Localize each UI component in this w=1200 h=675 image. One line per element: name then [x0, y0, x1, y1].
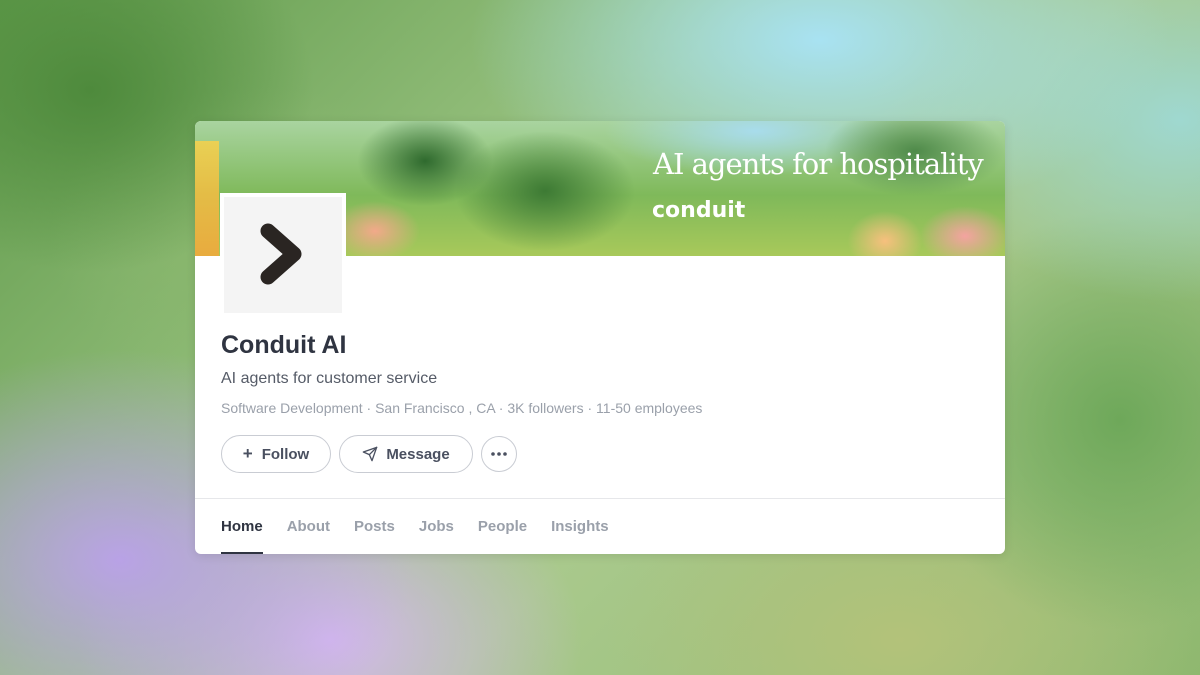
follow-label: Follow	[261, 445, 310, 463]
banner-tagline: AI agents for hospitality	[653, 147, 984, 181]
company-logo[interactable]	[220, 193, 346, 317]
tab-people[interactable]: People	[478, 499, 527, 554]
chevron-right-logo-icon	[260, 223, 302, 285]
follow-button[interactable]: + Follow	[221, 435, 331, 473]
tab-home[interactable]: Home	[221, 499, 263, 554]
tab-posts[interactable]: Posts	[354, 499, 395, 554]
plus-icon: +	[242, 444, 253, 463]
profile-tabs: Home About Posts Jobs People Insights	[221, 499, 633, 554]
tab-jobs[interactable]: Jobs	[419, 499, 454, 554]
message-label: Message	[386, 445, 450, 463]
send-icon	[362, 446, 378, 462]
company-meta: Software Development · San Francisco , C…	[221, 400, 703, 416]
tab-insights[interactable]: Insights	[551, 499, 609, 554]
company-profile-card: AI agents for hospitality conduit Condui…	[195, 121, 1005, 554]
message-button[interactable]: Message	[339, 435, 473, 473]
tab-about[interactable]: About	[287, 499, 330, 554]
company-tagline: AI agents for customer service	[221, 370, 438, 387]
more-horizontal-icon	[491, 452, 507, 456]
more-options-button[interactable]	[481, 436, 517, 472]
company-name: Conduit AI	[221, 331, 347, 359]
banner-decoration	[195, 141, 219, 256]
banner-brand-wordmark: conduit	[652, 198, 746, 223]
